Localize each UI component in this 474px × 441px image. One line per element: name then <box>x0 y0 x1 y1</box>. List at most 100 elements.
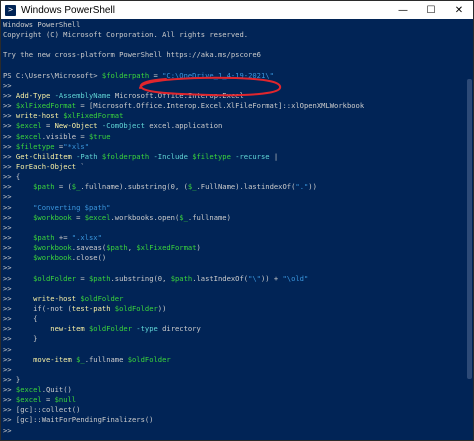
console-token: $oldFolder <box>127 354 171 364</box>
console-token: [gc] <box>15 405 34 415</box>
console-token: >> <box>3 232 34 242</box>
console-token: >> <box>3 111 16 121</box>
console-token: [gc] <box>15 415 34 425</box>
scrollbar-thumb[interactable] <box>467 79 472 379</box>
title-bar[interactable]: > Windows PowerShell — ☐ ✕ <box>1 1 473 19</box>
console-line: >> $xlFixedFormat = [Microsoft.Office.In… <box>3 101 473 111</box>
maximize-button[interactable]: ☐ <box>417 1 445 19</box>
console-token: Get-ChildItem <box>15 151 72 161</box>
console-token: >> <box>3 121 16 131</box>
console-output[interactable]: Windows PowerShell Copyright (C) Microsof… <box>1 19 473 440</box>
console-token: >> <box>3 151 16 161</box>
console-token: -Path <box>71 151 102 161</box>
console-token: test-path <box>71 303 111 313</box>
console-token: $_ <box>187 182 197 192</box>
console-token: $excel <box>84 212 111 222</box>
console-token: ` <box>76 161 85 171</box>
console-token: $path <box>33 232 55 242</box>
powershell-window: > Windows PowerShell — ☐ ✕ Windows Power… <box>0 0 474 441</box>
console-line: >> <box>3 426 473 436</box>
console-token: .fullname) <box>187 212 231 222</box>
console-token: = <box>41 121 55 131</box>
console-token: $filetype <box>192 151 231 161</box>
console-token: $_ <box>179 212 188 222</box>
console-token: >> <box>3 395 16 405</box>
console-token: -ComObject <box>97 121 150 131</box>
console-token: "\" <box>248 273 261 283</box>
console-token: >> <box>3 385 16 395</box>
console-line: >> $excel = $null <box>3 395 473 405</box>
console-token: $filetype <box>15 141 55 151</box>
console-token: $path <box>106 243 128 253</box>
console-token: )) <box>308 182 317 192</box>
console-token: >> <box>3 253 34 263</box>
console-token: >> <box>3 222 16 232</box>
console-token: = <box>41 395 55 405</box>
console-token: -AssemblyName <box>50 90 115 100</box>
scrollbar[interactable] <box>465 19 473 440</box>
console-line: >> [gc]::WaitForPendingFinalizers() <box>3 415 473 425</box>
console-line: >> $workbook.close() <box>3 253 473 263</box>
console-line: >> ForEach-Object ` <box>3 162 473 172</box>
console-token: >> <box>3 374 16 384</box>
console-token: .visible = <box>41 131 89 141</box>
console-token: | <box>269 151 279 161</box>
console-line: >> write-host $oldFolder <box>3 294 473 304</box>
console-token: $null <box>54 395 77 405</box>
console-token: } <box>15 374 21 384</box>
console-line: >> $excel.Quit() <box>3 385 473 395</box>
console-token: (-not ( <box>41 303 72 313</box>
console-line: >> $excel.visible = $true <box>3 132 473 142</box>
console-token: >> <box>3 415 16 425</box>
console-token: $oldFolder <box>76 293 124 303</box>
window-title: Windows PowerShell <box>21 4 115 16</box>
console-token: $workbook <box>33 212 72 222</box>
console-token: >> <box>3 263 16 273</box>
console-token: ForEach-Object <box>15 161 77 171</box>
console-line: >> } <box>3 375 473 385</box>
console-line: >> $excel = New-Object -ComObject excel.… <box>3 121 473 131</box>
console-token: >> <box>3 192 16 202</box>
console-token: >> <box>3 425 16 435</box>
console-line: >> move-item $_.fullname $oldFolder <box>3 355 473 365</box>
console-token: >> <box>3 161 16 171</box>
console-line: >> $workbook = $excel.workbooks.open($_.… <box>3 213 473 223</box>
console-line: >> $filetype ="*xls" <box>3 142 473 152</box>
console-token: >> <box>3 344 16 354</box>
console-token: >> <box>3 354 34 364</box>
console-token: $workbook <box>33 243 72 253</box>
console-token: $excel <box>15 395 42 405</box>
console-token: .saveas( <box>71 243 107 253</box>
console-line: >> $path += ".xlsx" <box>3 233 473 243</box>
console-token: $folderpath <box>101 70 150 80</box>
console-token: >> <box>3 131 16 141</box>
console-line: >> <box>3 284 473 294</box>
console-token: $oldFolder <box>33 273 77 283</box>
console-token: = <box>71 212 85 222</box>
console-token: "." <box>295 182 309 192</box>
console-line: >> <box>3 192 473 202</box>
console-line: >> <box>3 81 473 91</box>
minimize-button[interactable]: — <box>389 1 417 19</box>
console-token: >> <box>3 90 16 100</box>
console-line: >> write-host $xlFixedFormat <box>3 111 473 121</box>
close-button[interactable]: ✕ <box>445 1 473 19</box>
console-token: $xlFixedFormat <box>58 111 124 121</box>
console-token: )) <box>157 303 167 313</box>
console-token: >> <box>3 314 34 324</box>
minimize-icon: — <box>398 4 408 16</box>
console-token: = <box>76 273 89 283</box>
console-token: $excel <box>15 385 42 395</box>
console-line: >> Get-ChildItem -Path $folderpath -Incl… <box>3 152 473 162</box>
console-token: directory <box>162 324 201 334</box>
console-token: >> <box>3 141 16 151</box>
console-token: .Quit() <box>41 385 72 395</box>
console-token: >> <box>3 202 34 212</box>
console-token: ::collect() <box>33 405 81 415</box>
console-line: >> if(-not (test-path $oldFolder)) <box>3 304 473 314</box>
console-token: "Converting $path" <box>33 202 111 212</box>
console-token: New-Object <box>54 121 98 131</box>
window-controls: — ☐ ✕ <box>389 1 473 19</box>
console-token: .fullname).substring(0, ( <box>80 182 188 192</box>
console-token: .workbooks.open( <box>110 212 180 222</box>
